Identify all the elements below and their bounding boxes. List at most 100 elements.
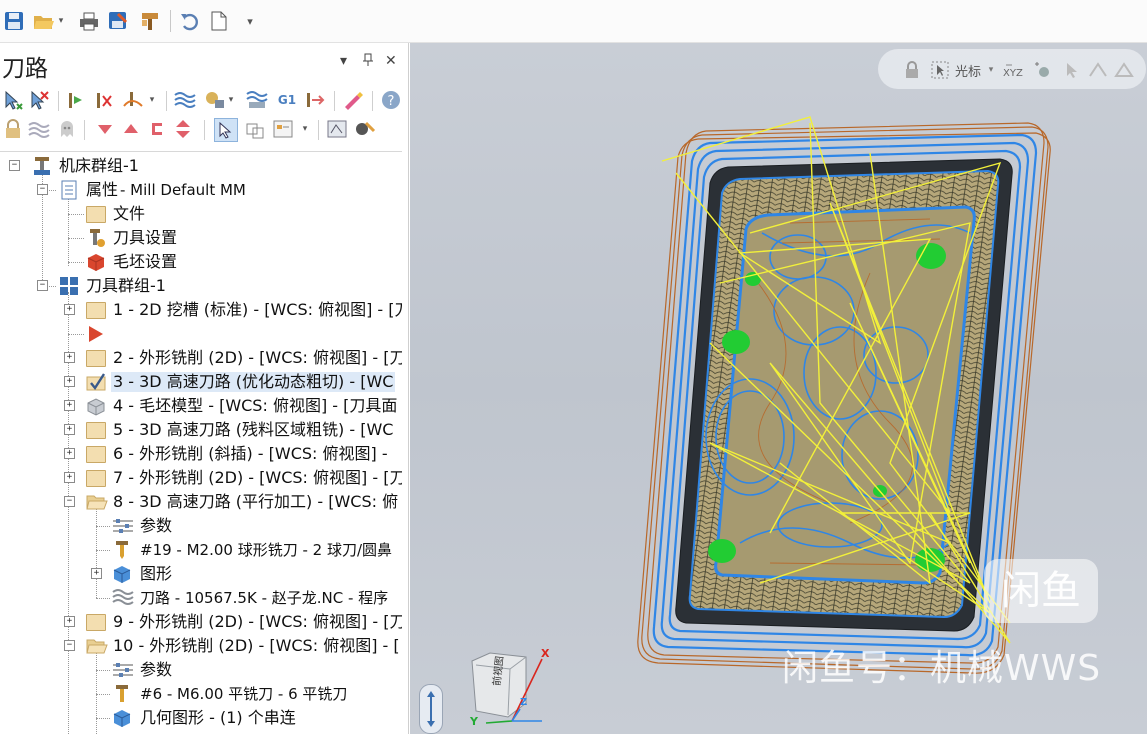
customize-icon[interactable]: ▾ xyxy=(238,9,262,33)
geometry-node[interactable]: + 图形 xyxy=(0,562,402,586)
operation-row[interactable]: + 5 - 3D 高速刀路 (残料区域粗铣) - [WC xyxy=(0,418,402,442)
parameters-node[interactable]: 参数 xyxy=(0,658,402,682)
simulate-icon[interactable] xyxy=(204,89,226,111)
help-icon[interactable]: ? xyxy=(380,89,402,111)
parameters-node[interactable]: 参数 xyxy=(0,514,402,538)
highspeed-verify-icon[interactable] xyxy=(246,89,268,111)
toolpath-label: 刀路 - 10567.5K - 赵子龙.NC - 程序 xyxy=(140,589,389,607)
backplot-dropdown-icon[interactable]: ▾ xyxy=(146,89,158,111)
toolpath-editor-icon[interactable] xyxy=(326,118,348,140)
manager-toolbar-row-2: ▾ xyxy=(0,115,408,145)
expand-toggle[interactable]: + xyxy=(64,616,75,627)
tool-node[interactable]: #6 - M6.00 平铣刀 - 6 平铣刀 xyxy=(0,682,402,706)
view-navigation-button[interactable] xyxy=(419,684,443,734)
insert-arrow-icon[interactable] xyxy=(146,118,168,140)
expand-collapse-icon[interactable] xyxy=(172,118,194,140)
toolgroup-node[interactable]: − 刀具群组-1 xyxy=(0,274,402,298)
operation-row[interactable]: + 1 - 2D 挖槽 (标准) - [WCS: 俯视图] - [刀 xyxy=(0,298,402,322)
undo-icon[interactable] xyxy=(177,9,201,33)
parameters-label: 参数 xyxy=(140,516,173,535)
expand-toggle[interactable]: + xyxy=(64,472,75,483)
geometry-node[interactable]: 几何图形 - (1) 个串连 xyxy=(0,706,402,730)
panel-menu-icon[interactable]: ▾ xyxy=(340,53,347,69)
open-dropdown-icon[interactable]: ▾ xyxy=(55,9,67,33)
operation-label: 3 - 3D 高速刀路 (优化动态粗切) - [WC xyxy=(111,372,396,392)
parameters-label: 参数 xyxy=(140,660,173,679)
insert-arrow-row[interactable] xyxy=(0,322,402,346)
toolpath-node[interactable]: 刀路 - 10567.5K - 赵子龙.NC - 程序 xyxy=(0,586,402,610)
panel-title: 刀路 xyxy=(2,56,48,82)
display-options-dropdown-icon[interactable]: ▾ xyxy=(300,118,310,140)
verify-icon[interactable] xyxy=(174,89,196,111)
expand-toggle[interactable]: + xyxy=(64,352,75,363)
select-all-ops-icon[interactable] xyxy=(2,89,24,111)
manager-toolbar-row-1: ▾ ▾ G1 ? xyxy=(0,86,408,116)
move-down-icon[interactable] xyxy=(94,118,116,140)
deselect-ops-icon[interactable] xyxy=(28,89,50,111)
post-selected-icon[interactable]: G1 xyxy=(276,89,298,111)
operation-label: 8 - 3D 高速刀路 (平行加工) - [WCS: 俯 xyxy=(113,492,399,511)
lock-icon[interactable] xyxy=(2,118,24,140)
operation-row[interactable]: + 7 - 外形铣削 (2D) - [WCS: 俯视图] - [刀 xyxy=(0,466,402,490)
tool-settings-node[interactable]: 刀具设置 xyxy=(0,226,402,250)
expand-toggle[interactable]: + xyxy=(64,304,75,315)
operation-row[interactable]: + 9 - 外形铣削 (2D) - [WCS: 俯视图] - [刀 xyxy=(0,610,402,634)
svg-text:?: ? xyxy=(388,94,395,109)
stock-settings-node[interactable]: 毛坯设置 xyxy=(0,250,402,274)
operation-label: 1 - 2D 挖槽 (标准) - [WCS: 俯视图] - [刀 xyxy=(113,300,402,319)
machine-group-node[interactable]: − 机床群组-1 xyxy=(0,154,402,178)
new-icon[interactable] xyxy=(207,9,231,33)
backplot-icon[interactable] xyxy=(122,89,144,111)
save-icon[interactable] xyxy=(2,9,26,33)
post-output-icon[interactable] xyxy=(304,89,326,111)
select-mode-icon[interactable] xyxy=(214,118,238,142)
expand-toggle[interactable]: + xyxy=(64,424,75,435)
operations-tree: − 机床群组-1 − 属性 - Mill Default MM 文件 刀具设置 … xyxy=(0,151,402,735)
select-chain-icon[interactable] xyxy=(244,118,266,140)
close-panel-icon[interactable]: ✕ xyxy=(385,53,397,69)
save-as-icon[interactable] xyxy=(106,9,130,33)
toolgroup-icon xyxy=(59,276,79,296)
collapse-toggle[interactable]: − xyxy=(64,496,75,507)
expand-toggle[interactable]: + xyxy=(91,568,102,579)
merge-icon[interactable] xyxy=(138,9,162,33)
properties-value: - Mill Default MM xyxy=(120,181,246,199)
operation-row-selected[interactable]: + 3 - 3D 高速刀路 (优化动态粗切) - [WC xyxy=(0,370,402,394)
regen-dirty-icon[interactable] xyxy=(92,89,114,111)
parameters-icon xyxy=(112,516,133,536)
operation-row-expanded[interactable]: − 10 - 外形铣削 (2D) - [WCS: 俯视图] - [ xyxy=(0,634,402,658)
operation-row-expanded[interactable]: − 8 - 3D 高速刀路 (平行加工) - [WCS: 俯 xyxy=(0,490,402,514)
expand-toggle[interactable]: + xyxy=(64,448,75,459)
collapse-toggle[interactable]: − xyxy=(37,280,48,291)
operation-label: 7 - 外形铣削 (2D) - [WCS: 俯视图] - [刀 xyxy=(113,468,402,487)
graphics-viewport[interactable]: 光标 ▾ XYZ 闲鱼 闲鱼号：机械WWS 前视图 X Y Z xyxy=(410,43,1147,734)
toggle-post-icon[interactable] xyxy=(56,118,78,140)
view-cube[interactable]: 前视图 X Y Z xyxy=(468,647,558,731)
tool-node[interactable]: #19 - M2.00 球形铣刀 - 2 球刀/圆鼻 xyxy=(0,538,402,562)
expand-toggle[interactable]: + xyxy=(64,400,75,411)
files-node[interactable]: 文件 xyxy=(0,202,402,226)
operation-row[interactable]: + 4 - 毛坯模型 - [WCS: 俯视图] - [刀具面 xyxy=(0,394,402,418)
simulate-dropdown-icon[interactable]: ▾ xyxy=(226,89,236,111)
move-up-icon[interactable] xyxy=(120,118,142,140)
collapse-toggle[interactable]: − xyxy=(64,640,75,651)
folder-icon xyxy=(86,422,106,439)
open-icon[interactable] xyxy=(32,9,56,33)
operation-row[interactable]: + 6 - 外形铣削 (斜插) - [WCS: 俯视图] - xyxy=(0,442,402,466)
insert-arrow-icon xyxy=(86,324,106,344)
pin-icon[interactable] xyxy=(362,53,374,71)
print-icon[interactable] xyxy=(77,9,101,33)
tool-icon xyxy=(112,540,132,560)
properties-node[interactable]: − 属性 - Mill Default MM xyxy=(0,178,402,202)
collapse-toggle[interactable]: − xyxy=(9,160,20,171)
collapse-toggle[interactable]: − xyxy=(37,184,48,195)
folder-icon xyxy=(86,206,106,223)
operation-row[interactable]: + 2 - 外形铣削 (2D) - [WCS: 俯视图] - [刀 xyxy=(0,346,402,370)
toolpath-transform-icon[interactable] xyxy=(354,118,376,140)
regen-all-icon[interactable] xyxy=(64,89,86,111)
expand-toggle[interactable]: + xyxy=(64,376,75,387)
watermark-text: 闲鱼号：机械WWS xyxy=(782,648,1102,689)
display-options-icon[interactable] xyxy=(272,118,300,140)
toggle-display-icon[interactable] xyxy=(28,118,50,140)
highlight-toolpath-icon[interactable] xyxy=(342,89,364,111)
